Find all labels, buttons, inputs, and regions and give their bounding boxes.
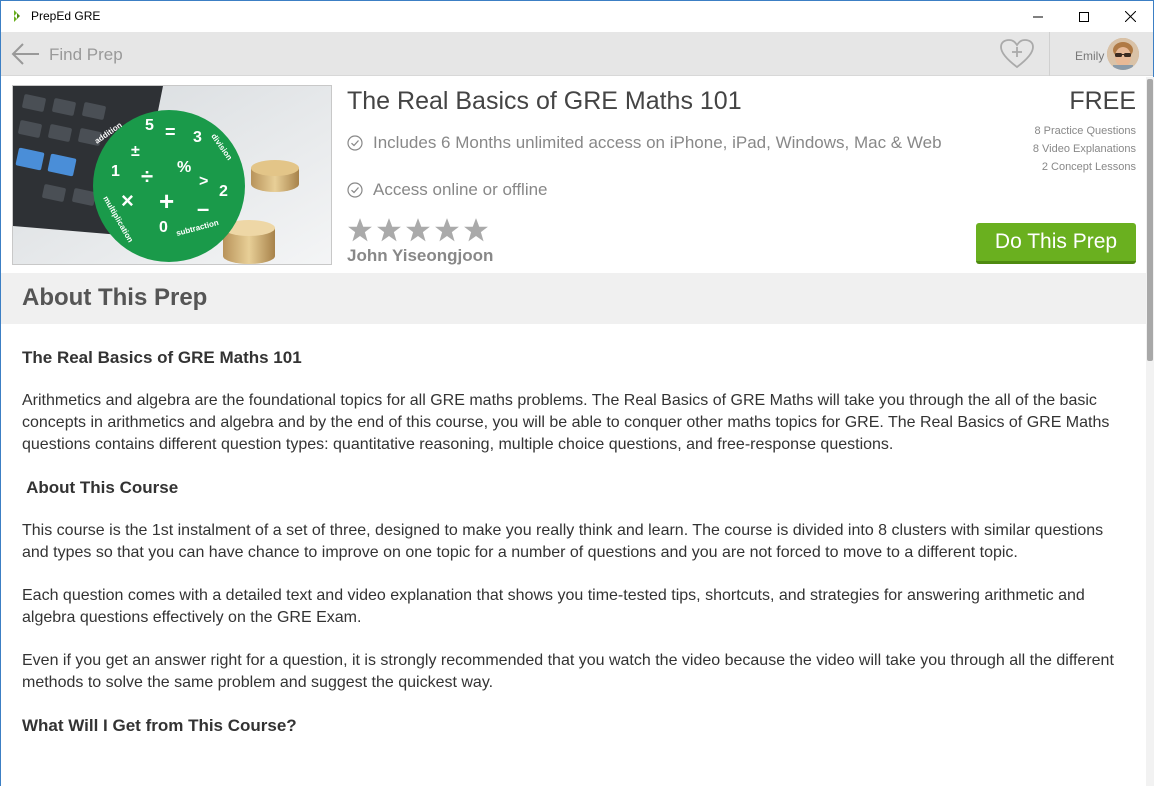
svg-text:–: – <box>197 196 209 221</box>
star-rating <box>347 217 489 243</box>
description-heading: What Will I Get from This Course? <box>22 716 297 735</box>
main-content: 5 = 3 ± % 1 ÷ > 2 × + – 0 addition divis… <box>1 77 1146 786</box>
minimize-icon <box>1033 16 1043 17</box>
maximize-button[interactable] <box>1061 1 1107 32</box>
description-heading: The Real Basics of GRE Maths 101 <box>22 348 302 367</box>
prep-stats: 8 Practice Questions 8 Video Explanation… <box>1033 122 1136 176</box>
svg-text:2: 2 <box>219 183 228 200</box>
stat-concept-lessons: 2 Concept Lessons <box>1041 161 1136 173</box>
star-icon <box>435 218 459 242</box>
title-bar: PrepEd GRE <box>1 1 1153 32</box>
minimize-button[interactable] <box>1015 1 1061 32</box>
star-icon <box>464 218 488 242</box>
svg-text:%: % <box>177 159 191 176</box>
scrollbar-thumb[interactable] <box>1147 79 1153 361</box>
math-thumbnail-image: 5 = 3 ± % 1 ÷ > 2 × + – 0 addition divis… <box>13 86 331 264</box>
svg-text:±: ± <box>131 143 140 160</box>
about-section-header: About This Prep <box>1 273 1146 324</box>
back-link[interactable]: Find Prep <box>49 45 123 65</box>
star-icon <box>348 218 372 242</box>
heart-plus-icon[interactable] <box>999 38 1035 70</box>
check-circle-icon <box>347 182 363 198</box>
maximize-icon <box>1079 11 1089 22</box>
svg-text:×: × <box>121 188 134 213</box>
user-avatar[interactable] <box>1107 38 1139 70</box>
close-icon <box>1124 11 1136 22</box>
nav-divider <box>1049 32 1050 76</box>
prep-title: The Real Basics of GRE Maths 101 <box>347 87 742 115</box>
svg-text:1: 1 <box>111 163 120 180</box>
window-title: PrepEd GRE <box>31 9 101 23</box>
author-name[interactable]: John Yiseongjoon <box>347 246 493 266</box>
svg-text:5: 5 <box>145 117 154 134</box>
avatar-image <box>1107 38 1139 70</box>
description-paragraph: This course is the 1st instalment of a s… <box>22 522 1104 561</box>
svg-text:>: > <box>199 173 208 190</box>
about-heading: About This Prep <box>22 284 208 311</box>
price-label: FREE <box>1069 87 1136 115</box>
check-circle-icon <box>347 135 363 151</box>
app-logo-icon <box>14 10 20 22</box>
description-paragraph: Arithmetics and algebra are the foundati… <box>22 392 1110 453</box>
feature-item: Includes 6 Months unlimited access on iP… <box>347 133 942 153</box>
star-icon <box>377 218 401 242</box>
svg-text:3: 3 <box>193 129 202 146</box>
star-icon <box>406 218 430 242</box>
close-button[interactable] <box>1107 1 1153 32</box>
svg-text:÷: ÷ <box>141 164 153 189</box>
do-this-prep-button[interactable]: Do This Prep <box>976 223 1136 264</box>
description-paragraph: Each question comes with a detailed text… <box>22 587 1085 626</box>
svg-text:+: + <box>159 186 174 216</box>
arrow-left-icon[interactable] <box>11 43 41 65</box>
feature-text: Access online or offline <box>373 180 548 199</box>
nav-bar: Find Prep Emily <box>1 32 1153 76</box>
svg-text:0: 0 <box>159 219 168 236</box>
user-name[interactable]: Emily <box>1075 49 1104 63</box>
description-heading: About This Course <box>22 478 179 497</box>
prep-description: The Real Basics of GRE Maths 101 Arithme… <box>22 347 1122 758</box>
stat-practice-questions: 8 Practice Questions <box>1034 125 1137 137</box>
feature-text: Includes 6 Months unlimited access on iP… <box>373 133 942 152</box>
feature-item: Access online or offline <box>347 180 548 200</box>
description-paragraph: Even if you get an answer right for a qu… <box>22 652 1114 691</box>
stat-video-explanations: 8 Video Explanations <box>1032 143 1136 155</box>
app-window: PrepEd GRE Find Prep Emily 5 = 3 ± % 1 ÷… <box>0 0 1154 786</box>
vertical-scrollbar[interactable] <box>1146 77 1154 786</box>
svg-text:=: = <box>165 122 176 142</box>
prep-thumbnail: 5 = 3 ± % 1 ÷ > 2 × + – 0 addition divis… <box>12 85 332 265</box>
